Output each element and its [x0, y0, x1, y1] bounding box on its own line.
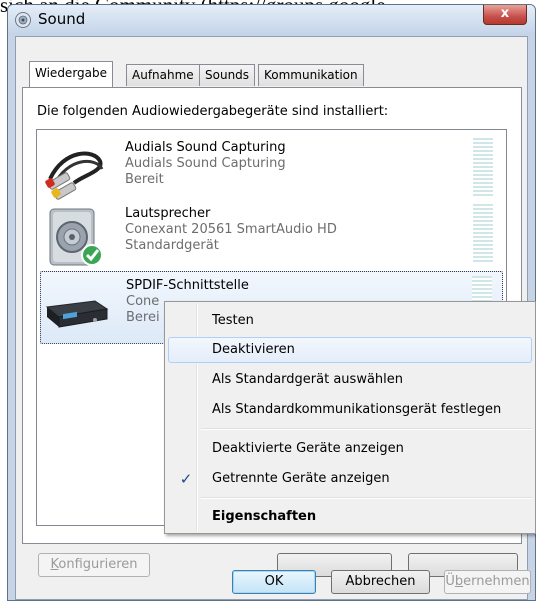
level-meter	[473, 138, 493, 198]
sound-app-icon	[15, 12, 31, 28]
menu-item-deaktivieren[interactable]: Deaktivieren	[168, 337, 532, 363]
checkmark-icon: ✓	[179, 470, 193, 488]
tab-wiedergabe[interactable]: Wiedergabe	[29, 61, 114, 87]
menu-separator	[201, 428, 532, 430]
device-name: SPDIF-Schnittstelle	[126, 278, 249, 293]
device-name: Lautsprecher	[125, 206, 211, 221]
spdif-device-icon	[45, 300, 109, 328]
device-item-audials[interactable]: Audials Sound Capturing Audials Sound Ca…	[40, 134, 503, 207]
device-driver: Audials Sound Capturing	[125, 156, 286, 171]
tab-sounds[interactable]: Sounds	[199, 64, 256, 86]
title-bar[interactable]: Sound x	[8, 5, 535, 35]
device-status: Bereit	[125, 172, 164, 187]
menu-item-label: Getrennte Geräte anzeigen	[212, 471, 390, 486]
device-status: Berei	[126, 310, 160, 325]
apply-button[interactable]: Übernehmen	[444, 570, 531, 594]
level-meter	[473, 204, 493, 264]
menu-item-als-standardgeraet[interactable]: Als Standardgerät auswählen	[168, 367, 532, 393]
menu-separator	[201, 497, 532, 499]
device-name: Audials Sound Capturing	[125, 140, 286, 155]
default-check-icon	[81, 244, 103, 266]
device-item-lautsprecher[interactable]: Lautsprecher Conexant 20561 SmartAudio H…	[40, 200, 503, 273]
window-title: Sound	[38, 10, 86, 28]
cancel-button[interactable]: Abbrechen	[331, 570, 430, 594]
panel-intro-text: Die folgenden Audiowiedergabegeräte sind…	[37, 104, 389, 119]
rca-cable-icon	[45, 151, 104, 200]
speaker-icon	[49, 208, 103, 266]
menu-item-testen[interactable]: Testen	[168, 308, 532, 334]
tab-aufnahme[interactable]: Aufnahme	[126, 64, 200, 86]
close-icon: x	[500, 6, 510, 21]
menu-item-als-standardkommunikationsgeraet[interactable]: Als Standardkommunikationsgerät festlege…	[168, 397, 532, 423]
configure-button[interactable]: Konfigurieren	[38, 553, 150, 577]
menu-item-deaktivierte-geraete-anzeigen[interactable]: Deaktivierte Geräte anzeigen	[168, 436, 532, 462]
menu-item-getrennte-geraete-anzeigen[interactable]: ✓ Getrennte Geräte anzeigen	[168, 466, 532, 492]
ok-button[interactable]: OK	[232, 570, 316, 594]
device-driver: Conexant 20561 SmartAudio HD	[125, 222, 337, 237]
device-status: Standardgerät	[125, 238, 219, 253]
context-menu: Testen Deaktivieren Als Standardgerät au…	[164, 301, 536, 534]
menu-item-eigenschaften[interactable]: Eigenschaften	[168, 504, 532, 530]
device-driver: Cone	[126, 294, 160, 309]
close-button[interactable]: x	[483, 5, 527, 25]
tab-kommunikation[interactable]: Kommunikation	[258, 64, 364, 86]
